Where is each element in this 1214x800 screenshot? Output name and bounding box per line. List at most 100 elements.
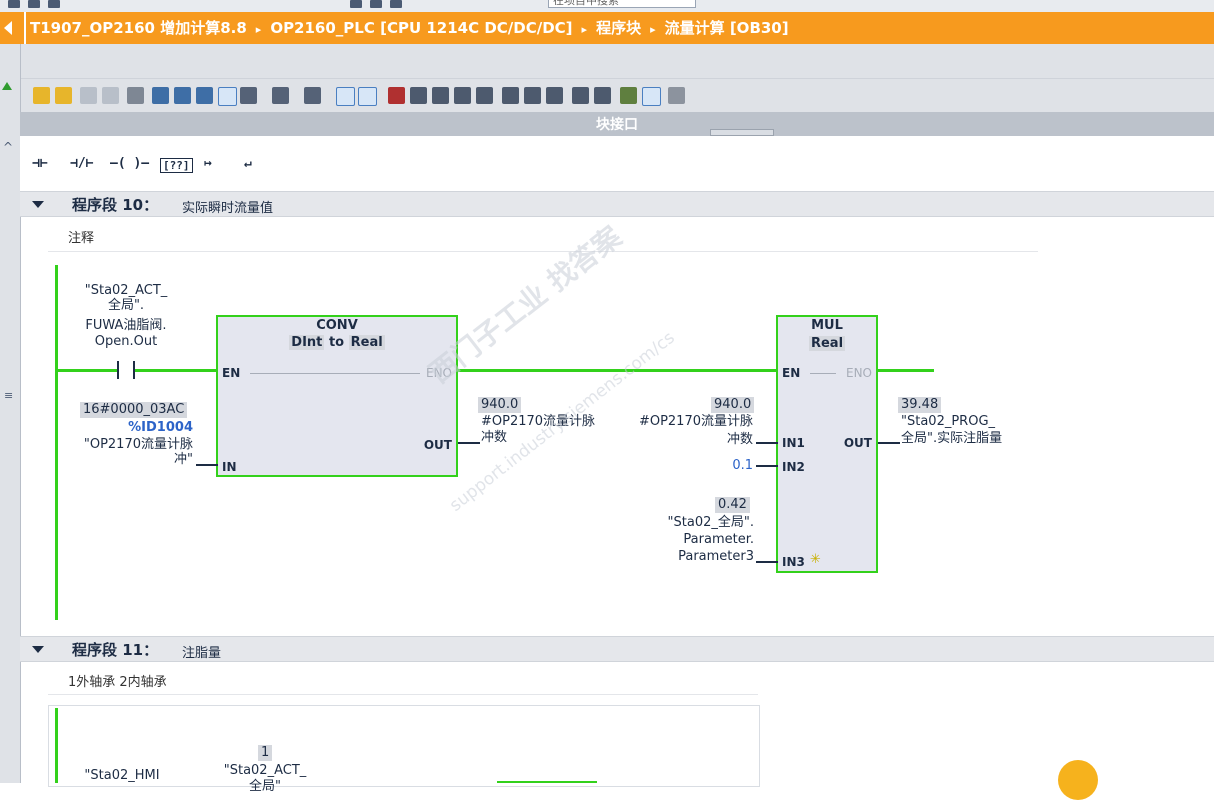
- return-icon[interactable]: [594, 87, 611, 104]
- network11-tag[interactable]: "Sta02_HMI: [72, 768, 172, 783]
- add-input-star-icon[interactable]: ✳: [810, 552, 821, 567]
- call-structure-icon[interactable]: [454, 87, 471, 104]
- conv-in-address[interactable]: %ID1004: [60, 420, 193, 435]
- mul-in3-value[interactable]: 0.42: [715, 497, 750, 513]
- mul-out-tag[interactable]: "Sta02_PROG_: [901, 414, 1051, 429]
- mul-in2-value[interactable]: 0.1: [690, 458, 753, 473]
- go-to-icon[interactable]: [410, 87, 427, 104]
- conv-in-tag[interactable]: 冲": [60, 452, 193, 467]
- jump-next-icon[interactable]: [546, 87, 563, 104]
- network-subtitle[interactable]: 注脂量: [182, 642, 221, 661]
- snapshot-icon[interactable]: [668, 87, 685, 104]
- monitoring-on-off-icon[interactable]: [642, 87, 661, 106]
- go-online-icon[interactable]: [2, 82, 12, 90]
- network-title: 程序段 11：: [72, 641, 159, 659]
- comments-toggle-icon[interactable]: [218, 87, 237, 106]
- monitor-icon[interactable]: [620, 87, 637, 104]
- network-comment[interactable]: 1外轴承 2内轴承: [68, 671, 167, 690]
- undo-icon[interactable]: [48, 0, 60, 8]
- mul-in3-tag[interactable]: Parameter3: [614, 549, 754, 564]
- breadcrumb-block[interactable]: 流量计算 [OB30]: [665, 19, 789, 37]
- highlight-icon[interactable]: [358, 87, 377, 106]
- breadcrumb-project[interactable]: T1907_OP2160 增加计算8.8: [30, 19, 247, 37]
- conv-from-type[interactable]: DInt: [289, 335, 325, 350]
- print-icon[interactable]: [28, 0, 40, 8]
- network11-tag[interactable]: 全局": [210, 779, 320, 794]
- mul-out-tag[interactable]: 全局".实际注脂量: [901, 431, 1051, 446]
- insert-row-icon[interactable]: [80, 87, 97, 104]
- conv-in-tag[interactable]: "OP2170流量计脉: [60, 437, 193, 452]
- assignment-list-icon[interactable]: [476, 87, 493, 104]
- no-contact-icon[interactable]: ⊣⊢: [32, 156, 48, 171]
- power-rail: [55, 708, 58, 783]
- add-row-icon[interactable]: [102, 87, 119, 104]
- close-branch-icon[interactable]: ↵: [244, 156, 252, 171]
- insert-network-icon[interactable]: [33, 87, 50, 104]
- nc-contact-icon[interactable]: ⊣/⊢: [70, 156, 93, 171]
- editor-header-bar: [0, 44, 1214, 78]
- download-icon[interactable]: [370, 0, 382, 8]
- element-favorites-bar: [20, 136, 1214, 191]
- conv-out-value[interactable]: 940.0: [478, 397, 522, 413]
- contact-tag-line[interactable]: FUWA油脂阀.: [66, 318, 186, 333]
- save-icon[interactable]: [8, 0, 20, 8]
- network-11-header[interactable]: 程序段 11： 注脂量: [20, 636, 1214, 662]
- network-expand-icon[interactable]: [152, 87, 169, 104]
- jump-first-icon[interactable]: [502, 87, 519, 104]
- mul-in1-tag[interactable]: #OP2170流量计脉: [604, 414, 753, 429]
- contact-tag-line[interactable]: "Sta02_ACT_: [66, 283, 186, 298]
- mul-title: MUL: [811, 318, 843, 333]
- list-view-icon[interactable]: [336, 87, 355, 106]
- open-branch-icon[interactable]: ↦: [204, 156, 212, 171]
- mul-in3-connector: [756, 561, 778, 563]
- empty-box-icon[interactable]: [??]: [160, 158, 193, 173]
- mul-type[interactable]: Real: [808, 336, 846, 351]
- mul-in1-tag[interactable]: 冲数: [604, 432, 753, 447]
- network-view-icon[interactable]: [196, 87, 213, 104]
- delete-network-icon[interactable]: [55, 87, 72, 104]
- block-interface-label: 块接口: [596, 117, 638, 133]
- block-interface-bar[interactable]: 块接口: [20, 112, 1214, 136]
- scroll-up-icon[interactable]: ^: [3, 140, 13, 154]
- coil-icon[interactable]: –( )–: [110, 156, 149, 171]
- mul-in2-pin: IN2: [782, 460, 805, 474]
- favorites-icon[interactable]: [240, 87, 257, 104]
- network11-value[interactable]: 1: [258, 745, 273, 761]
- breadcrumb-program-blocks[interactable]: 程序块: [596, 19, 641, 37]
- breadcrumb-plc[interactable]: OP2160_PLC [CPU 1214C DC/DC/DC]: [270, 19, 572, 37]
- cross-reference-icon[interactable]: [432, 87, 449, 104]
- collapse-triangle-icon[interactable]: [32, 646, 44, 653]
- bookmark-icon[interactable]: [272, 87, 289, 104]
- mul-in3-tag[interactable]: "Sta02_全局".: [614, 515, 754, 530]
- jump-prev-icon[interactable]: [524, 87, 541, 104]
- remove-breakpoint-icon[interactable]: [388, 87, 405, 104]
- collapse-arrow-icon[interactable]: [0, 12, 26, 44]
- assistant-sun-icon[interactable]: [1058, 760, 1098, 800]
- mul-in3-tag[interactable]: Parameter.: [614, 532, 754, 547]
- network-10-header[interactable]: 程序段 10： 实际瞬时流量值: [20, 191, 1214, 217]
- network-collapse-icon[interactable]: [174, 87, 191, 104]
- network-comment[interactable]: 注释: [68, 227, 94, 246]
- network11-tag[interactable]: "Sta02_ACT_: [210, 763, 320, 778]
- network-subtitle[interactable]: 实际瞬时流量值: [182, 197, 273, 216]
- compile-icon[interactable]: [350, 0, 362, 8]
- call-icon[interactable]: [572, 87, 589, 104]
- conv-block[interactable]: CONV DInt to Real EN ENO OUT IN: [216, 315, 458, 477]
- mul-out-value[interactable]: 39.48: [898, 397, 942, 413]
- contact-tag-line[interactable]: Open.Out: [66, 334, 186, 349]
- absolute-operands-icon[interactable]: [127, 87, 144, 104]
- panel-menu-icon[interactable]: ≡: [4, 389, 13, 402]
- conv-in-value[interactable]: 16#0000_03AC: [80, 402, 188, 418]
- upload-icon[interactable]: [390, 0, 402, 8]
- mul-block[interactable]: MUL Real EN ENO IN1 OUT IN2 IN3 ✳: [776, 315, 878, 573]
- mul-in1-value[interactable]: 940.0: [711, 397, 755, 413]
- conv-out-pin: OUT: [423, 438, 452, 452]
- tag-info-icon[interactable]: [304, 87, 321, 104]
- mul-eno-wire: [878, 369, 934, 372]
- contact-tag-line[interactable]: 全局".: [66, 298, 186, 313]
- conv-to-type[interactable]: Real: [348, 335, 385, 350]
- splitter-handle[interactable]: [710, 129, 774, 136]
- collapse-triangle-icon[interactable]: [32, 201, 44, 208]
- search-input[interactable]: 在项目中搜索: [548, 0, 696, 8]
- network-title: 程序段 10：: [72, 196, 159, 214]
